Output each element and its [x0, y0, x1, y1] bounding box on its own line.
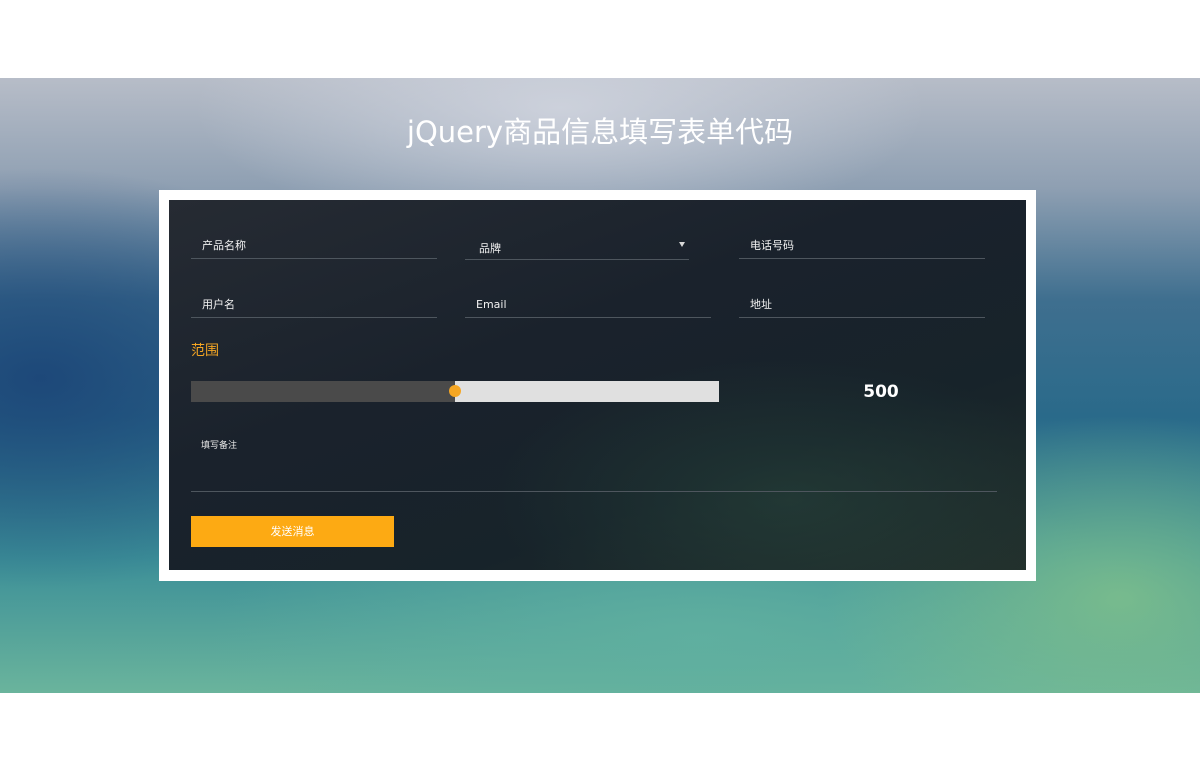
username-label: 用户名 [202, 298, 235, 311]
range-slider-track [455, 381, 719, 402]
notes-textarea[interactable]: 填写备注 [191, 432, 997, 492]
product-name-field[interactable]: 产品名称 [191, 234, 437, 259]
phone-label: 电话号码 [750, 239, 794, 252]
email-label: Email [476, 298, 507, 311]
notes-placeholder: 填写备注 [201, 441, 238, 451]
brand-select[interactable]: 品牌 [465, 235, 689, 260]
product-form: 产品名称 品牌 电话号码 用户名 Email 地址 范围 500 填写备注 发送… [169, 200, 1026, 570]
phone-field[interactable]: 电话号码 [739, 234, 985, 259]
range-label: 范围 [191, 343, 219, 359]
brand-label: 品牌 [479, 242, 501, 255]
address-field[interactable]: 地址 [739, 293, 985, 318]
range-slider[interactable] [191, 381, 719, 402]
caret-down-icon [679, 242, 685, 247]
address-label: 地址 [750, 298, 772, 311]
username-field[interactable]: 用户名 [191, 293, 437, 318]
range-slider-handle[interactable] [449, 385, 461, 397]
send-message-button[interactable]: 发送消息 [191, 516, 394, 547]
range-slider-fill [191, 381, 455, 402]
range-value: 500 [863, 382, 899, 402]
page-title: jQuery商品信息填写表单代码 [406, 115, 794, 149]
product-name-label: 产品名称 [202, 239, 246, 252]
form-frame: 产品名称 品牌 电话号码 用户名 Email 地址 范围 500 填写备注 发送… [159, 190, 1036, 581]
background-hero: jQuery商品信息填写表单代码 产品名称 品牌 电话号码 用户名 Email … [0, 78, 1200, 693]
email-field[interactable]: Email [465, 293, 711, 318]
